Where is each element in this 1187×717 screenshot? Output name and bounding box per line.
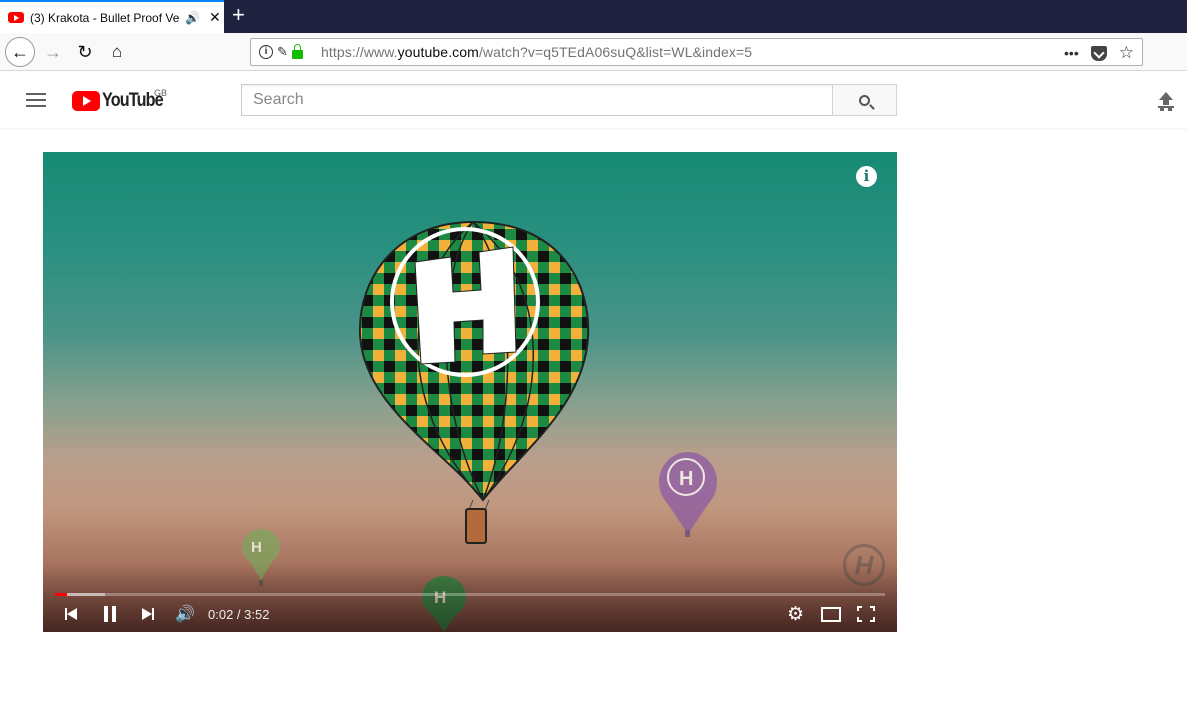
progress-bar[interactable] <box>55 593 885 596</box>
back-button[interactable]: ← <box>5 37 35 67</box>
hot-air-balloon-purple: H <box>659 452 717 537</box>
settings-icon[interactable]: ⚙ <box>787 603 805 625</box>
permissions-icon[interactable]: ✎ <box>277 44 288 60</box>
bookmark-star-icon[interactable]: ☆ <box>1119 43 1134 63</box>
svg-text:H: H <box>679 468 693 490</box>
reload-button[interactable]: ↻ <box>70 37 100 67</box>
volume-icon[interactable]: 🔊 <box>175 603 197 625</box>
new-tab-button[interactable]: + <box>232 4 245 26</box>
youtube-logo[interactable]: YouTube GB <box>72 88 173 112</box>
video-info-icon[interactable]: i <box>856 166 877 187</box>
pocket-icon[interactable] <box>1090 45 1107 61</box>
close-tab-icon[interactable]: ✕ <box>209 9 221 26</box>
address-bar[interactable]: i ✎ https://www.youtube.com/watch?v=q5TE… <box>250 38 1143 66</box>
youtube-masthead: YouTube GB Search <box>0 72 1187 128</box>
pause-icon[interactable] <box>104 603 120 625</box>
fullscreen-icon[interactable] <box>857 606 875 622</box>
next-icon[interactable] <box>142 603 158 625</box>
tab-strip: (3) Krakota - Bullet Proof Ve 🔊 ✕ + <box>0 0 1187 33</box>
page-actions-icon[interactable]: ••• <box>1064 45 1079 61</box>
video-frame: H H H <box>242 220 717 632</box>
menu-icon[interactable] <box>26 93 46 107</box>
region-code: GB <box>154 88 168 98</box>
home-button[interactable]: ⌂ <box>102 37 132 67</box>
forward-button[interactable]: → <box>38 37 68 67</box>
info-icon[interactable]: i <box>259 45 273 59</box>
previous-icon[interactable] <box>65 603 81 625</box>
lock-icon[interactable] <box>291 43 303 59</box>
search-input[interactable]: Search <box>241 84 833 116</box>
youtube-favicon-icon <box>8 12 24 23</box>
controls-gradient <box>43 562 897 632</box>
identity-box[interactable]: i ✎ <box>251 43 321 60</box>
youtube-play-icon <box>72 91 100 111</box>
browser-tab[interactable]: (3) Krakota - Bullet Proof Ve 🔊 ✕ <box>0 0 224 33</box>
svg-text:H: H <box>251 539 262 556</box>
upload-icon[interactable] <box>1158 92 1174 108</box>
hot-air-balloon-large <box>358 220 590 544</box>
video-player[interactable]: H H H i H 🔊 0:02 / 3:52 ⚙ <box>43 152 897 632</box>
time-display: 0:02 / 3:52 <box>208 606 270 622</box>
tab-title: (3) Krakota - Bullet Proof Ve <box>30 10 180 25</box>
url-text[interactable]: https://www.youtube.com/watch?v=q5TEdA06… <box>321 44 752 60</box>
navigation-toolbar: ← → ↻ ⌂ i ✎ https://www.youtube.com/watc… <box>0 33 1187 71</box>
theater-mode-icon[interactable] <box>821 603 841 625</box>
search-icon <box>859 94 870 106</box>
speaker-icon[interactable]: 🔊 <box>185 11 200 25</box>
progress-played <box>55 593 67 596</box>
search-button[interactable] <box>832 84 897 116</box>
